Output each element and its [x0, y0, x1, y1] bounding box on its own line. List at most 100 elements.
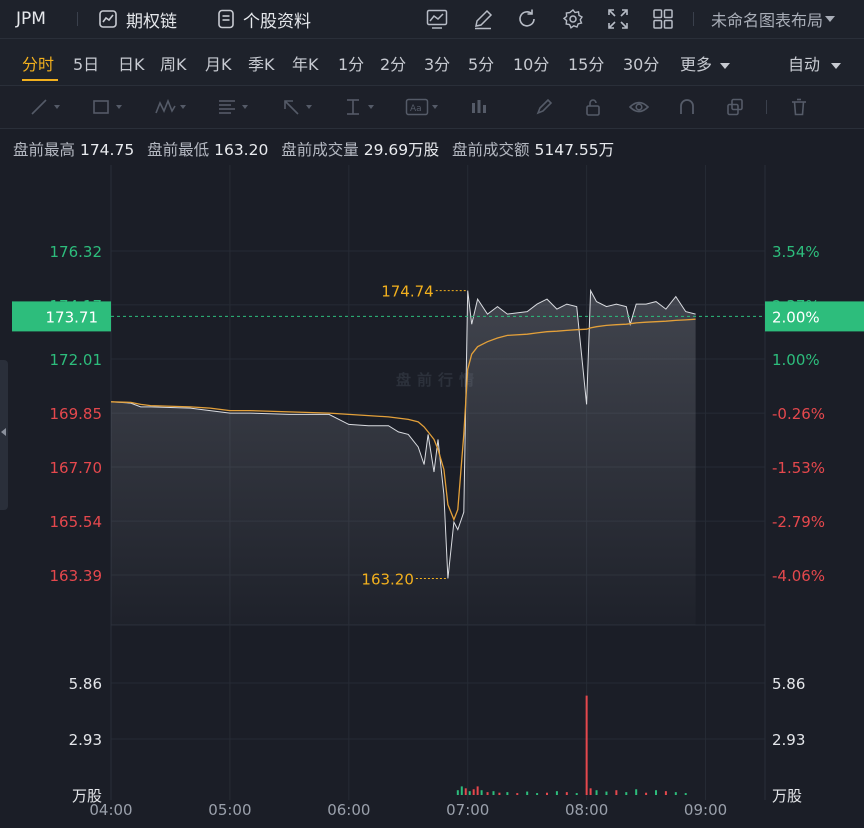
volume-bar	[526, 791, 529, 795]
volume-bar	[486, 792, 489, 795]
rectangle-tool-icon[interactable]	[88, 94, 122, 120]
eye-icon[interactable]	[626, 94, 652, 120]
volume-bar	[555, 791, 558, 795]
price-axis-label-right: -1.53%	[772, 459, 825, 477]
current-change-value: 2.00%	[772, 308, 820, 326]
stock-profile-label: 个股资料	[243, 11, 311, 32]
volume-bar	[460, 786, 463, 795]
layout-name-label: 未命名图表布局	[711, 11, 824, 30]
period-tab-11[interactable]: 10分	[513, 51, 549, 75]
pattern-tool-icon[interactable]	[152, 94, 186, 120]
time-axis-label: 06:00	[327, 801, 370, 819]
lock-icon[interactable]	[580, 94, 606, 120]
volume-bar	[625, 792, 628, 795]
period-tab-8[interactable]: 2分	[380, 51, 406, 75]
volume-bar	[645, 792, 648, 795]
volume-bar	[536, 793, 539, 795]
price-axis-label-right: -4.06%	[772, 567, 825, 585]
symbol-selector[interactable]: JPM	[16, 0, 46, 38]
layout-name-dropdown[interactable]: 未命名图表布局	[711, 0, 836, 38]
period-tab-13[interactable]: 30分	[623, 51, 659, 75]
time-axis-label: 05:00	[208, 801, 251, 819]
price-axis-label-right: -0.26%	[772, 405, 825, 423]
high-label: 盘前最高	[13, 141, 76, 159]
price-axis-label-left: 169.85	[50, 405, 103, 423]
volume-bar	[635, 789, 638, 795]
low-marker-label: 163.20	[361, 571, 414, 589]
volume-bar	[595, 790, 598, 795]
volume-bar	[468, 791, 471, 795]
time-axis-label: 08:00	[565, 801, 608, 819]
price-axis-label-left: 165.54	[50, 513, 103, 531]
auto-scale-dropdown[interactable]: 自动	[788, 51, 842, 75]
refresh-icon[interactable]	[514, 6, 540, 32]
amount-value: 5147.55万	[534, 141, 615, 159]
period-tab-14[interactable]: 更多	[680, 51, 731, 75]
volume-bar	[492, 791, 495, 795]
caret-down-icon	[825, 16, 836, 22]
volume-axis-label-right: 5.86	[772, 675, 805, 693]
clone-icon[interactable]	[722, 94, 748, 120]
price-axis-label-left: 167.70	[50, 459, 103, 477]
magnet-icon[interactable]	[674, 94, 700, 120]
high-value: 174.75	[79, 141, 135, 159]
current-price-value: 173.71	[46, 308, 99, 326]
price-axis-label-left: 176.32	[50, 243, 103, 261]
price-axis-label-right: -2.79%	[772, 513, 825, 531]
active-period-underline	[22, 79, 58, 81]
period-tab-7[interactable]: 1分	[338, 51, 364, 75]
trash-icon[interactable]	[786, 94, 812, 120]
price-chart[interactable]: 盘前行情174.74163.20176.32174.17172.01169.85…	[0, 165, 864, 828]
divider	[766, 100, 767, 114]
settings-gear-icon[interactable]	[560, 6, 586, 32]
volume-bar	[546, 792, 548, 795]
arrow-tool-icon[interactable]	[278, 94, 312, 120]
fib-tool-icon[interactable]	[214, 94, 248, 120]
time-axis-label: 04:00	[89, 801, 132, 819]
volume-value: 29.69万股	[363, 141, 440, 159]
period-tab-12[interactable]: 15分	[568, 51, 604, 75]
drawing-toolbar: Aa	[0, 86, 864, 129]
options-chain-icon	[98, 9, 118, 29]
trend-line-tool-icon[interactable]	[26, 94, 60, 120]
period-tab-4[interactable]: 月K	[205, 51, 232, 75]
document-icon	[217, 9, 235, 29]
draw-pen-icon[interactable]	[470, 6, 496, 32]
fullscreen-icon[interactable]	[605, 6, 631, 32]
layout-grid-icon[interactable]	[650, 6, 676, 32]
svg-text:Aa: Aa	[410, 104, 422, 114]
volume-bar	[664, 791, 667, 795]
options-chain-label: 期权链	[126, 11, 177, 32]
price-axis-label-left: 172.01	[50, 351, 103, 369]
volume-bar	[605, 791, 608, 795]
period-tab-0[interactable]: 分时	[22, 51, 54, 75]
period-bar: 分时 5日 日K 周K 月K 季K 年K 1分 2分 3分 5分 10分 15分 30分 更多 自动	[0, 39, 864, 86]
volume-bar	[464, 788, 467, 795]
bar-pattern-tool-icon[interactable]	[466, 94, 492, 120]
period-tab-5[interactable]: 季K	[248, 51, 275, 75]
stock-profile-button[interactable]: 个股资料	[217, 0, 311, 38]
volume-bar	[480, 790, 483, 795]
period-tab-10[interactable]: 5分	[468, 51, 494, 75]
low-label: 盘前最低	[147, 141, 210, 159]
options-chain-button[interactable]: 期权链	[98, 0, 177, 38]
indicator-chart-icon[interactable]	[424, 6, 450, 32]
volume-bar	[472, 789, 475, 795]
period-tab-9[interactable]: 3分	[424, 51, 450, 75]
price-axis-label-right: 1.00%	[772, 351, 820, 369]
volume-bar	[565, 792, 568, 795]
volume-bar	[615, 790, 618, 795]
divider	[77, 12, 78, 26]
period-tab-6[interactable]: 年K	[292, 51, 319, 75]
period-tab-1[interactable]: 5日	[73, 51, 99, 75]
text-tool-icon[interactable]: Aa	[404, 94, 438, 120]
volume-axis-label-left: 5.86	[69, 675, 102, 693]
period-tab-3[interactable]: 周K	[160, 51, 187, 75]
caret-down-icon	[720, 62, 731, 69]
brush-icon[interactable]	[531, 94, 557, 120]
volume-bar	[506, 792, 509, 795]
volume-bar	[516, 793, 519, 795]
measure-tool-icon[interactable]	[340, 94, 374, 120]
volume-bar	[498, 792, 501, 795]
period-tab-2[interactable]: 日K	[118, 51, 145, 75]
